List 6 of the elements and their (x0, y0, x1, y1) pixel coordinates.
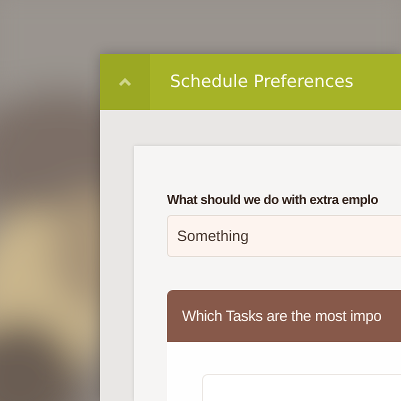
collapse-button[interactable] (100, 54, 150, 110)
chevron-icon (118, 78, 132, 86)
answer-field[interactable]: Something (167, 215, 401, 257)
question-label: What should we do with extra emplo (167, 192, 380, 207)
tasks-heading: Which Tasks are the most impo (167, 290, 401, 342)
panel-title: Schedule Preferences (169, 71, 354, 94)
